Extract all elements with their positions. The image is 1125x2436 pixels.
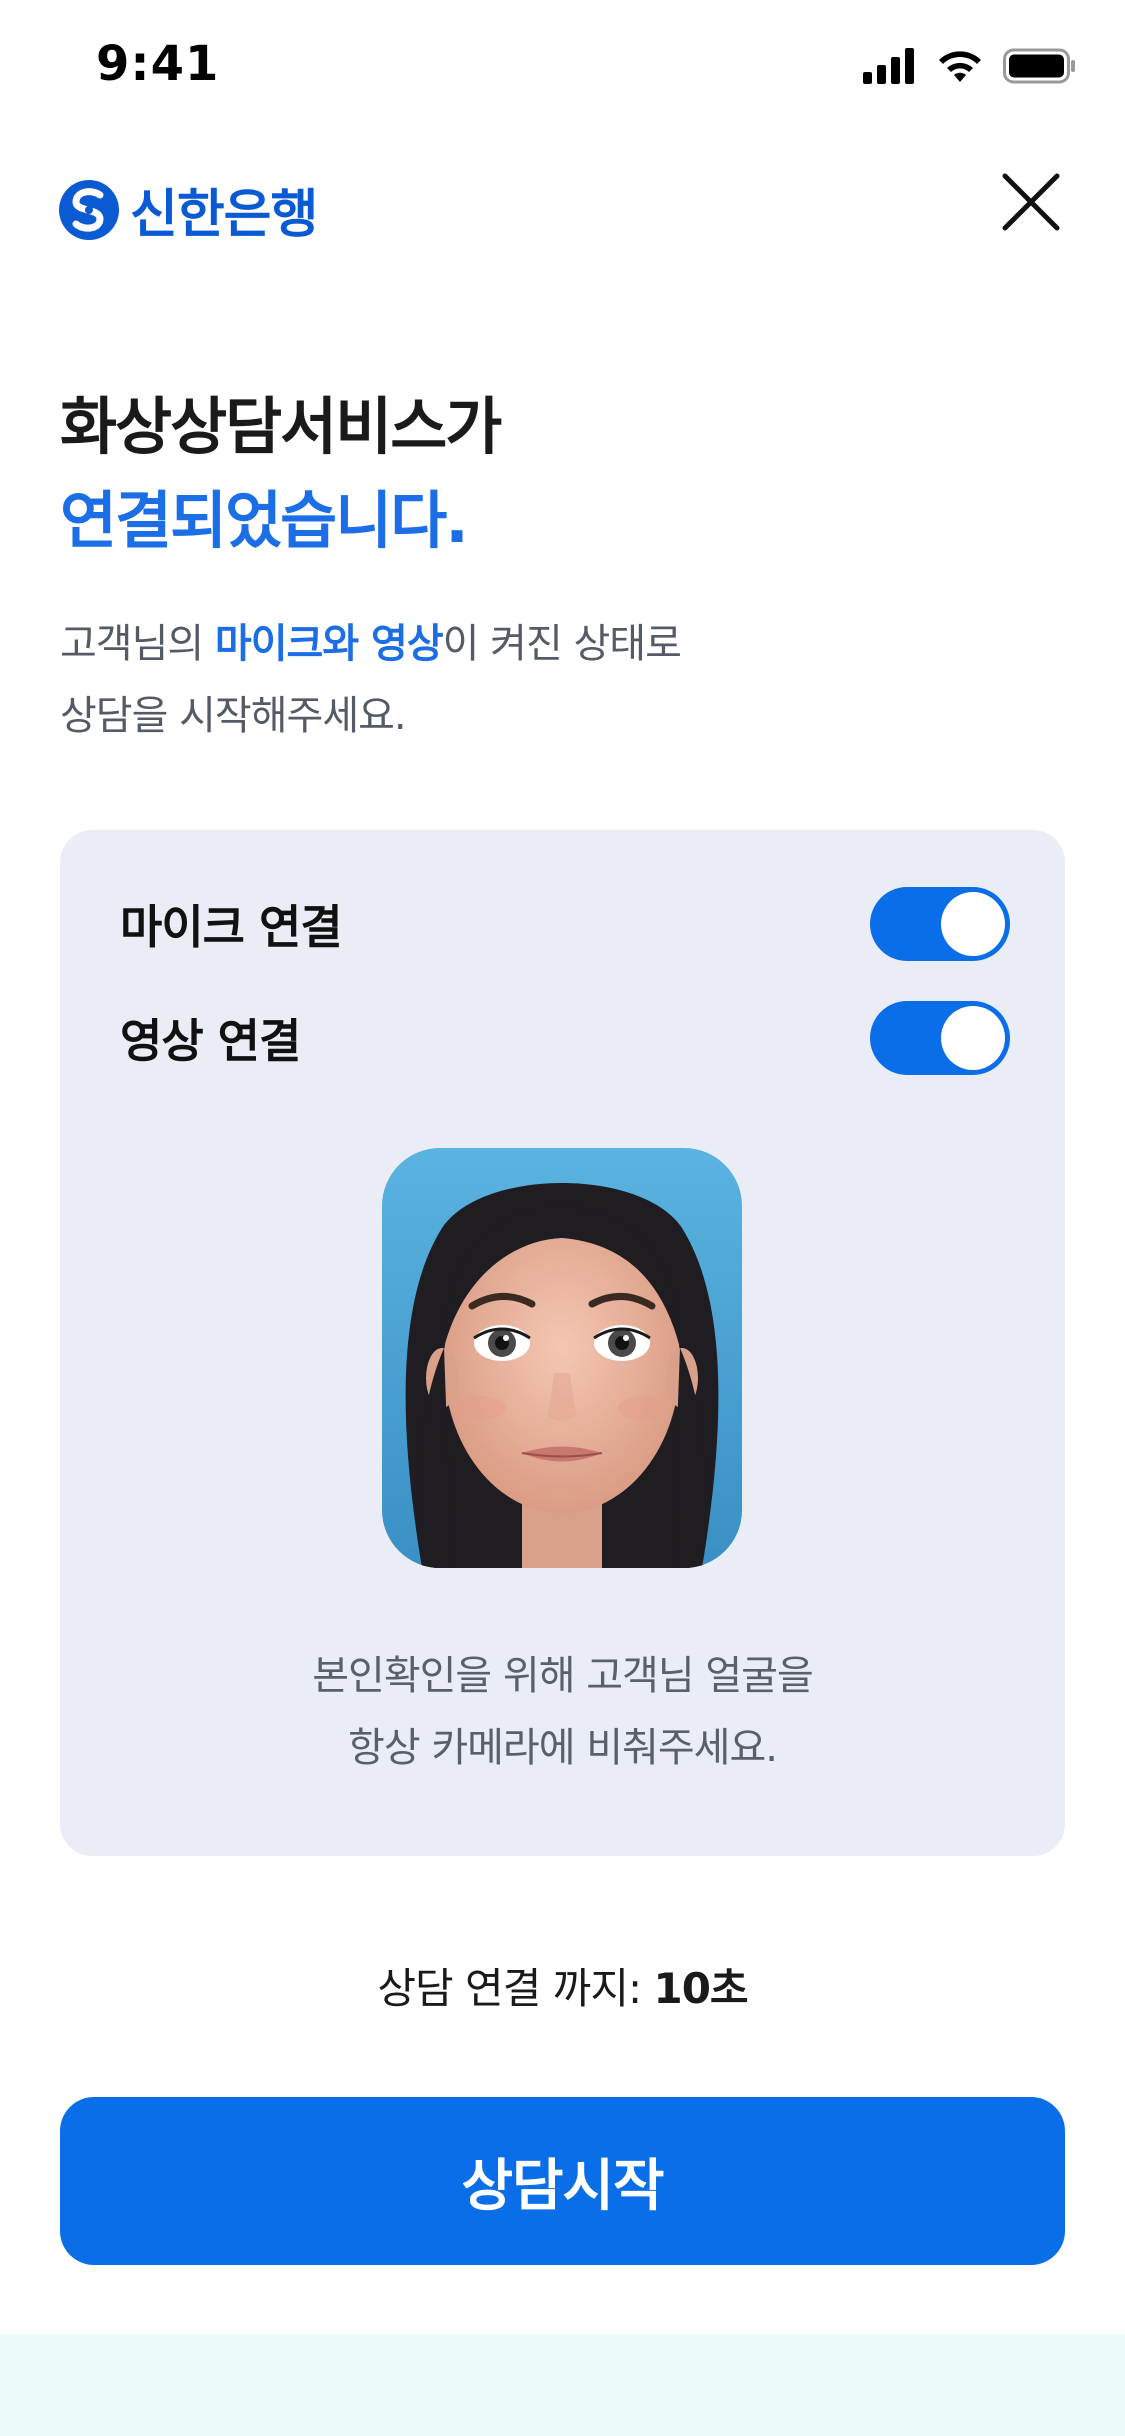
face-guide-note: 본인확인을 위해 고객님 얼굴을 항상 카메라에 비춰주세요. — [60, 1640, 1065, 1784]
connection-countdown: 상담 연결 까지: 10초 — [0, 1955, 1125, 2016]
description-highlight: 마이크와 영상 — [214, 621, 444, 667]
page-title-line1: 화상상담서비스가 — [60, 390, 502, 463]
face-guide-note-line2: 항상 카메라에 비춰주세요. — [348, 1725, 778, 1771]
video-consult-screen: 9:41 신한은행 화상상담서비스가 연결되었습니다. 고객님의 마이크와 영상… — [0, 0, 1125, 2436]
home-indicator-area — [0, 2334, 1125, 2436]
countdown-label: 상담 연결 까지: — [377, 1964, 654, 2013]
description-part2: 이 켜진 상태로 — [442, 621, 682, 667]
close-button[interactable] — [995, 166, 1067, 238]
face-preview-image — [382, 1148, 742, 1568]
title-block: 화상상담서비스가 연결되었습니다. 고객님의 마이크와 영상이 켜진 상태로 상… — [60, 380, 682, 752]
battery-icon — [1003, 48, 1075, 84]
video-label: 영상 연결 — [120, 1014, 301, 1068]
close-icon — [1002, 173, 1060, 231]
countdown-value: 10초 — [653, 1964, 748, 2013]
video-toggle[interactable] — [870, 1001, 1010, 1075]
header: 신한은행 — [0, 160, 1125, 260]
page-title-line2: 연결되었습니다. — [60, 484, 469, 557]
wifi-icon — [939, 51, 981, 82]
signal-icon — [863, 48, 914, 84]
mic-toggle[interactable] — [870, 887, 1010, 961]
shinhan-logo: 신한은행 — [58, 172, 318, 247]
start-consult-button[interactable]: 상담시작 — [60, 2097, 1065, 2265]
face-guide-note-line1: 본인확인을 위해 고객님 얼굴을 — [312, 1653, 814, 1699]
description: 고객님의 마이크와 영상이 켜진 상태로 상담을 시작해주세요. — [60, 608, 682, 752]
status-icons — [863, 48, 1077, 84]
mic-toggle-knob — [941, 892, 1005, 956]
video-toggle-row: 영상 연결 — [120, 1000, 1010, 1076]
description-line2: 상담을 시작해주세요. — [60, 693, 407, 739]
description-line1: 고객님의 마이크와 영상이 켜진 상태로 — [60, 608, 682, 680]
camera-preview — [382, 1148, 742, 1568]
shinhan-logo-icon — [59, 179, 119, 240]
status-bar: 9:41 — [0, 0, 1125, 140]
media-settings-card: 마이크 연결 영상 연결 본인확인을 위해 고객님 얼굴을 항상 카메라에 비춰… — [60, 830, 1065, 1856]
logo-text: 신한은행 — [130, 185, 318, 245]
video-toggle-knob — [941, 1006, 1005, 1070]
description-part1: 고객님의 — [60, 621, 215, 667]
status-time: 9:41 — [96, 36, 220, 92]
mic-toggle-row: 마이크 연결 — [120, 886, 1010, 962]
mic-label: 마이크 연결 — [120, 900, 343, 954]
